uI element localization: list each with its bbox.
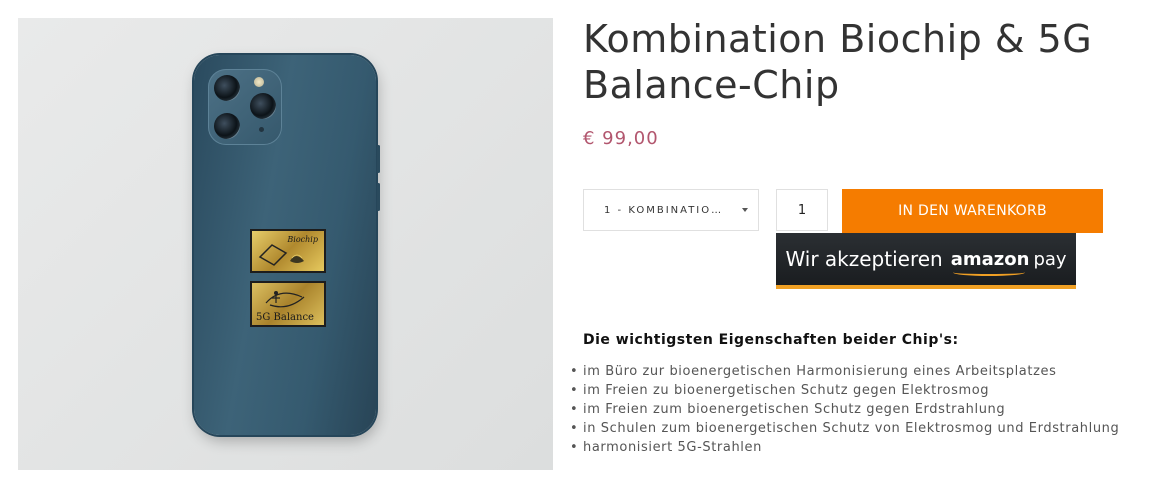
balance-chip-label: 5G Balance xyxy=(256,312,314,323)
phone-side-button xyxy=(377,183,380,211)
amazon-pay-suffix: pay xyxy=(1033,248,1067,270)
camera-lens xyxy=(214,75,240,101)
add-to-cart-button[interactable]: IN DEN WARENKORB xyxy=(842,189,1103,233)
phone-back-illustration: Biochip 5G Balance xyxy=(194,55,380,435)
amazon-smile-icon xyxy=(952,269,1026,276)
list-item: im Freien zu bioenergetischen Schutz geg… xyxy=(570,381,1130,400)
variant-select[interactable]: 1 - KOMBINATIO… xyxy=(583,189,759,231)
camera-lens xyxy=(214,113,240,139)
features-list: im Büro zur bioenergetischen Harmonisier… xyxy=(570,362,1130,457)
biochip-sticker: Biochip xyxy=(250,229,326,273)
features-heading: Die wichtigsten Eigenschaften beider Chi… xyxy=(583,332,959,348)
phone-side-button xyxy=(377,145,380,173)
list-item: im Büro zur bioenergetischen Harmonisier… xyxy=(570,362,1130,381)
camera-lens xyxy=(250,93,276,119)
microphone xyxy=(259,127,264,132)
product-title: Kombination Biochip & 5G Balance-Chip xyxy=(583,17,1093,107)
list-item: harmonisiert 5G-Strahlen xyxy=(570,438,1130,457)
list-item: im Freien zum bioenergetischen Schutz ge… xyxy=(570,400,1130,419)
biochip-label: Biochip xyxy=(287,235,318,244)
product-image[interactable]: Biochip 5G Balance xyxy=(18,18,553,470)
amazon-brand-text: amazon xyxy=(950,248,1030,270)
chevron-down-icon xyxy=(742,208,748,212)
product-price: € 99,00 xyxy=(583,128,659,149)
list-item: in Schulen zum bioenergetischen Schutz v… xyxy=(570,419,1130,438)
variant-select-value: 1 - KOMBINATIO… xyxy=(604,204,724,216)
amazon-pay-lead-text: Wir akzeptieren xyxy=(785,247,943,271)
balance-chip-sticker: 5G Balance xyxy=(250,281,326,327)
amazon-pay-button[interactable]: Wir akzeptieren amazon pay xyxy=(776,233,1076,289)
camera-module xyxy=(208,69,282,145)
quantity-field[interactable]: 1 xyxy=(776,189,828,231)
amazon-logo-icon: amazon xyxy=(950,248,1030,276)
camera-flash xyxy=(254,77,264,87)
